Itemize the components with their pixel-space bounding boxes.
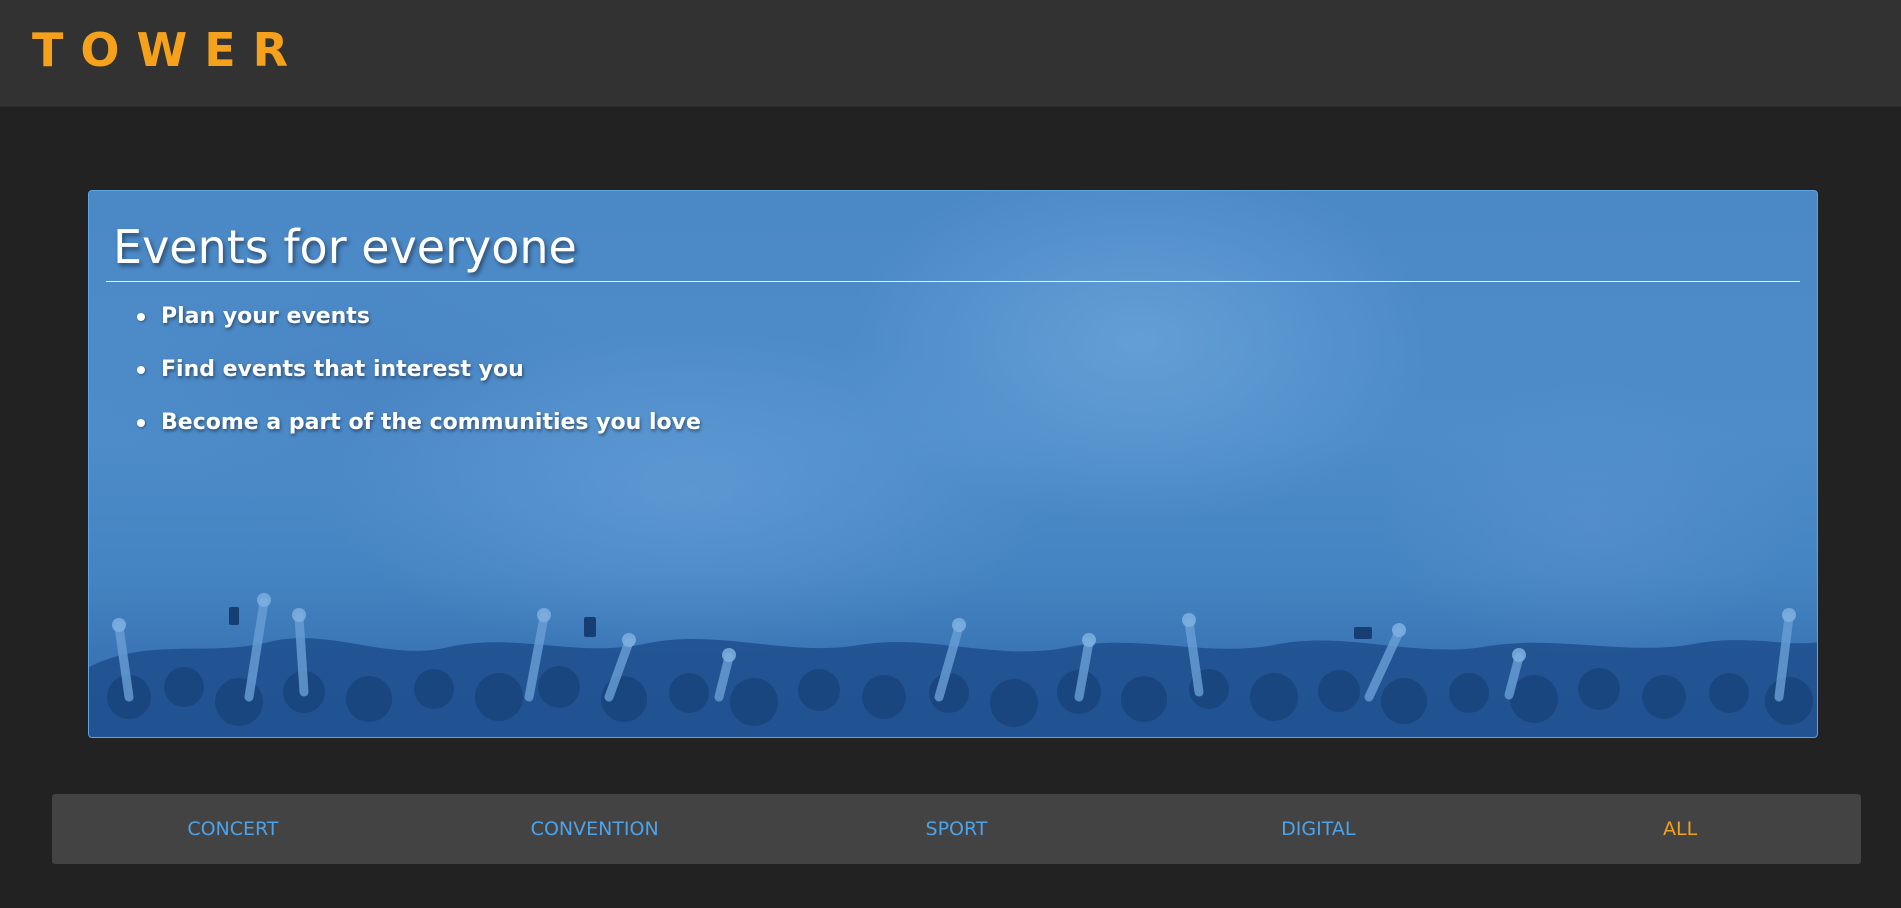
feature-item-text: Plan your events [161, 304, 370, 329]
category-convention-link[interactable]: CONVENTION [414, 817, 776, 841]
hero-divider [106, 281, 1800, 282]
crowd-photo [89, 593, 1817, 737]
bullet-icon [137, 313, 145, 321]
feature-item: Plan your events [137, 302, 701, 355]
feature-item-text: Become a part of the communities you lov… [161, 410, 701, 435]
brand-logo[interactable]: TOWER [32, 24, 305, 76]
feature-item-text: Find events that interest you [161, 357, 524, 382]
feature-item: Become a part of the communities you lov… [137, 408, 701, 461]
bullet-icon [137, 419, 145, 427]
category-sport-link[interactable]: SPORT [776, 817, 1138, 841]
category-digital-link[interactable]: DIGITAL [1137, 817, 1499, 841]
category-all-link[interactable]: ALL [1499, 817, 1861, 841]
feature-item: Find events that interest you [137, 355, 701, 408]
category-nav: CONCERT CONVENTION SPORT DIGITAL ALL [52, 794, 1861, 864]
hero-banner: Events for everyone Plan your events Fin… [88, 190, 1818, 738]
hero-title: Events for everyone [113, 220, 577, 274]
top-bar: TOWER [0, 0, 1901, 107]
feature-list: Plan your events Find events that intere… [137, 302, 701, 461]
bullet-icon [137, 366, 145, 374]
category-concert-link[interactable]: CONCERT [52, 817, 414, 841]
